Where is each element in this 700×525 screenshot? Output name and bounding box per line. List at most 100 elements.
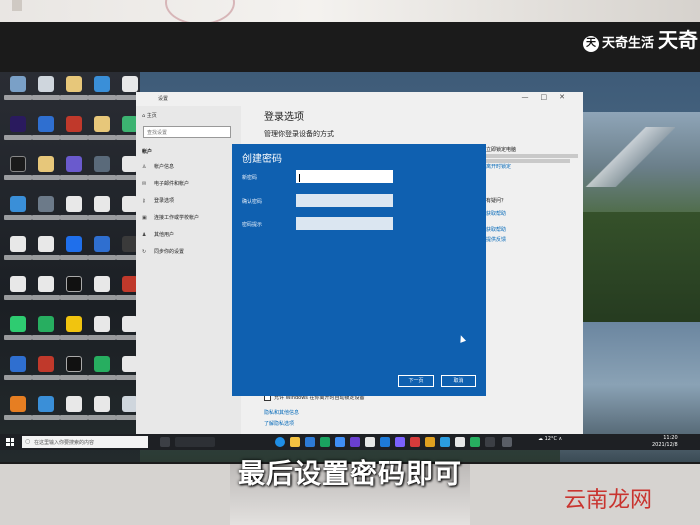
taskbar-app-icon[interactable] bbox=[305, 437, 315, 447]
sidebar-item-other-users[interactable]: ♟ 其他用户 bbox=[142, 231, 174, 238]
new-password-field[interactable] bbox=[296, 170, 393, 183]
taskbar-app-icon[interactable] bbox=[470, 437, 480, 447]
desktop-icon[interactable] bbox=[4, 316, 32, 346]
desktop-icon[interactable] bbox=[4, 196, 32, 226]
taskbar-app-icon[interactable] bbox=[320, 437, 330, 447]
sidebar-item-label: 同步你的设置 bbox=[154, 249, 185, 255]
desktop-icon[interactable] bbox=[60, 236, 88, 266]
desktop-icon[interactable] bbox=[88, 236, 116, 266]
taskbar-app-icon[interactable] bbox=[485, 437, 495, 447]
gear-icon[interactable] bbox=[502, 437, 512, 447]
family-icon: ♟ bbox=[142, 232, 147, 238]
sidebar-section-title: 帐户 bbox=[142, 149, 153, 155]
taskbar-app-icon[interactable] bbox=[175, 437, 215, 447]
desktop-icon[interactable] bbox=[88, 356, 116, 386]
desktop-icon[interactable] bbox=[88, 76, 116, 106]
desktop-icon[interactable] bbox=[88, 396, 116, 426]
desktop-icon[interactable] bbox=[88, 276, 116, 306]
feedback-item[interactable]: 提供反馈 bbox=[486, 236, 506, 243]
desktop-icon[interactable] bbox=[88, 196, 116, 226]
wallpaper-snow-peak bbox=[585, 127, 675, 187]
key-icon: ⚷ bbox=[142, 198, 146, 204]
task-view-icon[interactable] bbox=[160, 437, 170, 447]
desktop-icon[interactable] bbox=[32, 116, 60, 146]
desktop-icon[interactable] bbox=[32, 156, 60, 186]
privacy-link[interactable]: 隐私和其他信息 bbox=[264, 409, 299, 416]
sidebar-item-work-account[interactable]: ▣ 连接工作或学校帐户 bbox=[142, 214, 199, 221]
related-heading: 立即锁定电脑 bbox=[486, 147, 517, 153]
desktop-icon[interactable] bbox=[32, 356, 60, 386]
desktop-icon[interactable] bbox=[88, 156, 116, 186]
settings-sidebar: ⌂ 主页 查找设置 帐户 ♙ 帐户信息 ✉ 电子邮件和帐户 ⚷ 登录选项 ▣ 连接工作或… bbox=[136, 106, 241, 434]
sidebar-item-email[interactable]: ✉ 电子邮件和帐户 bbox=[142, 180, 189, 187]
taskbar-app-icon[interactable] bbox=[395, 437, 405, 447]
taskbar-clock[interactable]: 11:20 2021/12/8 bbox=[652, 435, 678, 449]
desktop-icon[interactable] bbox=[4, 396, 32, 426]
desktop-icon[interactable] bbox=[60, 156, 88, 186]
confirm-password-field[interactable] bbox=[296, 194, 393, 207]
watermark-logo-icon: 天 bbox=[583, 35, 599, 52]
desktop-icons bbox=[2, 76, 144, 456]
taskbar-app-icon[interactable] bbox=[335, 437, 345, 447]
window-title: 设置 bbox=[158, 96, 169, 102]
desktop-icon[interactable] bbox=[4, 76, 32, 106]
desktop-icon[interactable] bbox=[32, 316, 60, 346]
sidebar-item-label: 连接工作或学校帐户 bbox=[154, 215, 200, 221]
sidebar-item-label: 登录选项 bbox=[154, 198, 175, 204]
page-title: 登录选项 bbox=[264, 112, 304, 123]
tag-shape bbox=[12, 0, 22, 11]
home-link[interactable]: ⌂ 主页 bbox=[142, 112, 157, 119]
desktop-icon[interactable] bbox=[60, 396, 88, 426]
system-tray[interactable]: ☁ 12°C ∧ bbox=[538, 436, 562, 442]
taskbar-search-input[interactable]: 在这里输入你要搜索的内容 bbox=[22, 436, 148, 448]
help-link[interactable]: 获取帮助 bbox=[486, 210, 506, 217]
sidebar-item-label: 电子邮件和帐户 bbox=[154, 181, 190, 187]
taskbar-app-icon[interactable] bbox=[440, 437, 450, 447]
taskbar-app-icon[interactable] bbox=[455, 437, 465, 447]
desktop-icon[interactable] bbox=[4, 356, 32, 386]
desktop-icon[interactable] bbox=[60, 356, 88, 386]
help-item[interactable]: 获取帮助 bbox=[486, 226, 506, 233]
taskbar-app-icon[interactable] bbox=[380, 437, 390, 447]
start-button[interactable] bbox=[6, 438, 14, 446]
desktop-icon[interactable] bbox=[88, 316, 116, 346]
desktop-icon[interactable] bbox=[32, 196, 60, 226]
taskbar-app-icon[interactable] bbox=[425, 437, 435, 447]
folder-icon[interactable] bbox=[290, 437, 300, 447]
desktop-icon[interactable] bbox=[60, 196, 88, 226]
next-button[interactable]: 下一页 bbox=[398, 375, 434, 387]
desktop-icon[interactable] bbox=[32, 276, 60, 306]
clock-time: 11:20 bbox=[663, 435, 678, 441]
desktop-icon[interactable] bbox=[60, 276, 88, 306]
taskbar: 在这里输入你要搜索的内容 ○ ☁ 12°C ∧ 11:20 2021/12/8 bbox=[0, 434, 700, 450]
desktop-icon[interactable] bbox=[4, 116, 32, 146]
taskbar-app-icon[interactable] bbox=[365, 437, 375, 447]
wps-icon[interactable] bbox=[410, 437, 420, 447]
sidebar-item-account-info[interactable]: ♙ 帐户信息 bbox=[142, 163, 174, 170]
settings-search-input[interactable]: 查找设置 bbox=[143, 126, 231, 138]
desktop-icon[interactable] bbox=[32, 76, 60, 106]
sidebar-item-sync[interactable]: ↻ 同步你的设置 bbox=[142, 248, 184, 255]
watermark-text: 天奇生活 bbox=[602, 36, 655, 51]
related-link[interactable]: 离开时锁定 bbox=[486, 163, 511, 170]
window-controls[interactable]: —□✕ bbox=[522, 93, 577, 101]
page-subtitle: 管理你登录设备的方式 bbox=[264, 130, 334, 138]
privacy-options-link[interactable]: 了解隐私选项 bbox=[264, 420, 294, 427]
sidebar-item-sign-in[interactable]: ⚷ 登录选项 bbox=[142, 197, 174, 204]
confirm-password-label: 确认密码 bbox=[242, 199, 263, 205]
desktop-icon[interactable] bbox=[4, 156, 32, 186]
desktop-icon[interactable] bbox=[4, 276, 32, 306]
taskbar-app-icon[interactable] bbox=[350, 437, 360, 447]
cancel-button[interactable]: 取消 bbox=[441, 375, 476, 387]
help-heading: 有疑问？ bbox=[486, 198, 507, 204]
edge-icon[interactable] bbox=[275, 437, 285, 447]
desktop-icon[interactable] bbox=[4, 236, 32, 266]
desktop-icon[interactable] bbox=[32, 236, 60, 266]
desktop-icon[interactable] bbox=[32, 396, 60, 426]
desktop-icon[interactable] bbox=[60, 76, 88, 106]
desktop-icon[interactable] bbox=[88, 116, 116, 146]
dialog-title: 创建密码 bbox=[242, 154, 282, 165]
password-hint-field[interactable] bbox=[296, 217, 393, 230]
desktop-icon[interactable] bbox=[60, 116, 88, 146]
desktop-icon[interactable] bbox=[60, 316, 88, 346]
